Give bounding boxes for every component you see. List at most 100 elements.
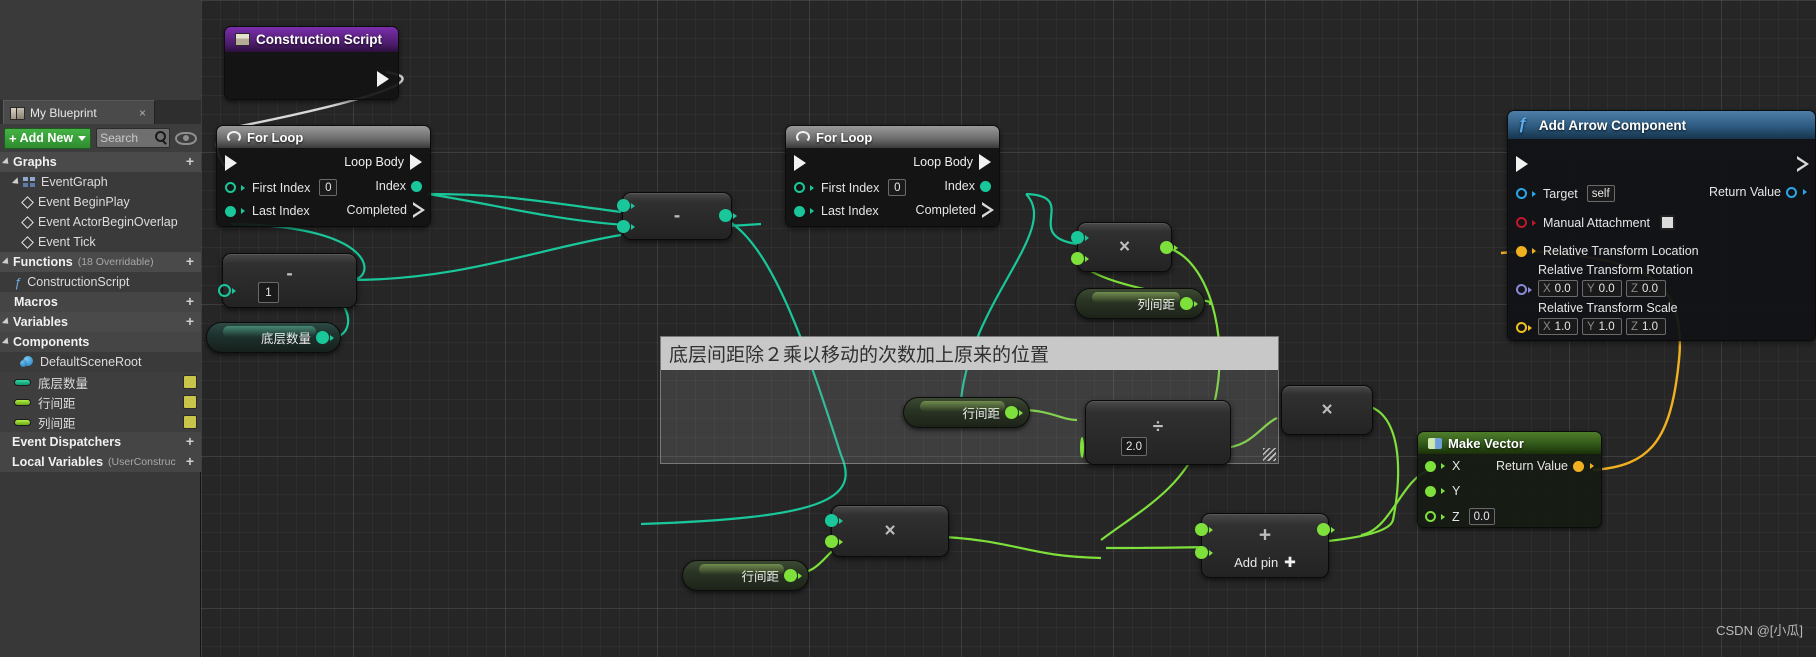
sidebar-item-var-dicengshuliang[interactable]: 底层数量 xyxy=(0,372,201,392)
exec-out-pin[interactable] xyxy=(377,70,389,87)
input-b-pin[interactable] xyxy=(825,535,843,548)
tab-my-blueprint[interactable]: My Blueprint × xyxy=(3,100,155,124)
node-for-loop-1[interactable]: For Loop Loop Body First Index 0 Index L… xyxy=(216,125,431,227)
sidebar-item-local-variables[interactable]: Local Variables (UserConstruc + xyxy=(0,452,201,472)
getter-output-pin[interactable] xyxy=(316,331,334,344)
triangle-collapse-icon[interactable] xyxy=(1,337,12,347)
first-index-value[interactable]: 0 xyxy=(319,179,338,196)
input-b-pin[interactable] xyxy=(1071,252,1089,265)
output-pin[interactable] xyxy=(1160,241,1178,254)
input-b-pin[interactable] xyxy=(1080,437,1084,458)
output-pin[interactable] xyxy=(719,209,737,222)
triangle-collapse-icon[interactable] xyxy=(1,257,12,267)
scale-z-field[interactable]: Z 1.0 xyxy=(1626,318,1666,335)
first-index-pin[interactable] xyxy=(794,182,805,193)
sidebar-item-graphs[interactable]: Graphs + xyxy=(0,152,201,172)
sidebar-item-event-beginplay[interactable]: Event BeginPlay xyxy=(0,192,201,212)
output-pin[interactable] xyxy=(1317,523,1335,536)
add-event-dispatcher-button[interactable]: + xyxy=(183,434,197,449)
getter-output-pin[interactable] xyxy=(1005,406,1023,419)
z-pin[interactable] xyxy=(1425,511,1436,522)
exec-out-pin[interactable] xyxy=(1797,156,1809,172)
manual-attachment-checkbox[interactable] xyxy=(1660,215,1676,230)
node-divide[interactable]: ÷ 2.0 xyxy=(1080,400,1231,465)
add-macro-button[interactable]: + xyxy=(183,294,197,309)
getter-output-pin[interactable] xyxy=(1180,297,1198,310)
add-function-button[interactable]: + xyxy=(183,254,197,269)
comment-resize-handle[interactable] xyxy=(1263,448,1276,461)
input-b-pin[interactable] xyxy=(218,284,236,297)
subtract-1-value[interactable]: 1 xyxy=(258,282,279,303)
sidebar-item-event-actorbeginoverlap[interactable]: Event ActorBeginOverlap xyxy=(0,212,201,232)
node-construction-script[interactable]: Construction Script xyxy=(224,26,399,100)
rotation-y-field[interactable]: Y 0.0 xyxy=(1582,280,1622,297)
sidebar-item-variables[interactable]: Variables + xyxy=(0,312,201,332)
sidebar-item-components[interactable]: Components xyxy=(0,332,201,352)
add-graph-button[interactable]: + xyxy=(183,154,197,169)
sidebar-item-event-dispatchers[interactable]: Event Dispatchers + xyxy=(0,432,201,452)
z-value[interactable]: 0.0 xyxy=(1468,508,1495,525)
input-b-pin[interactable] xyxy=(1195,546,1213,559)
loop-body-pin[interactable] xyxy=(410,154,422,170)
index-pin[interactable] xyxy=(411,180,422,192)
triangle-collapse-icon[interactable] xyxy=(11,177,22,187)
last-index-pin[interactable] xyxy=(225,205,236,217)
search-icon[interactable] xyxy=(155,131,166,142)
sidebar-item-functions[interactable]: Functions (18 Overridable) + xyxy=(0,252,201,272)
variable-visibility-toggle[interactable] xyxy=(183,395,197,409)
exec-in-pin[interactable] xyxy=(225,155,237,171)
close-icon[interactable]: × xyxy=(139,106,146,120)
last-index-pin[interactable] xyxy=(794,205,805,217)
add-pin-label[interactable]: Add pin xyxy=(1234,555,1278,570)
x-pin[interactable] xyxy=(1425,460,1436,472)
blueprint-graph-canvas[interactable]: 底层间距除２乘以移动的次数加上原来的位置 Construction Script… xyxy=(201,0,1816,657)
node-add-arrow-component[interactable]: ƒ Add Arrow Component Target self Return… xyxy=(1507,110,1816,341)
getter-hangjianju-bottom[interactable]: 行间距 xyxy=(682,560,809,591)
sidebar-item-event-tick[interactable]: Event Tick xyxy=(0,232,201,252)
triangle-collapse-icon[interactable] xyxy=(1,157,12,167)
getter-output-pin[interactable] xyxy=(784,569,802,582)
sidebar-item-eventgraph[interactable]: EventGraph xyxy=(0,172,201,192)
node-multiply-mid[interactable]: × xyxy=(1281,385,1373,435)
node-add[interactable]: + Add pin ✚ xyxy=(1195,513,1335,578)
input-a-pin[interactable] xyxy=(825,514,843,527)
triangle-collapse-icon[interactable] xyxy=(1,317,12,327)
variable-visibility-toggle[interactable] xyxy=(183,415,197,429)
node-multiply-top[interactable]: × xyxy=(1071,222,1178,272)
add-pin-plus-icon[interactable]: ✚ xyxy=(1284,554,1296,571)
chevron-down-icon[interactable] xyxy=(78,135,87,141)
variable-visibility-toggle[interactable] xyxy=(183,375,197,389)
input-a-pin[interactable] xyxy=(1195,523,1213,536)
input-a-pin[interactable] xyxy=(617,199,635,212)
completed-pin[interactable] xyxy=(982,202,994,218)
search-input[interactable]: Search xyxy=(96,128,170,148)
rotation-z-field[interactable]: Z 0.0 xyxy=(1626,280,1666,297)
eye-icon[interactable] xyxy=(175,131,197,145)
divide-value[interactable]: 2.0 xyxy=(1121,437,1147,456)
input-a-pin[interactable] xyxy=(1071,231,1089,244)
exec-in-pin[interactable] xyxy=(794,155,806,171)
node-make-vector[interactable]: Make Vector X Return Value Y Z 0.0 xyxy=(1417,431,1602,528)
input-b-pin[interactable] xyxy=(617,220,635,233)
getter-hangjianju-comment[interactable]: 行间距 xyxy=(903,397,1030,428)
relative-transform-rotation-pin[interactable] xyxy=(1516,284,1532,295)
scale-y-field[interactable]: Y 1.0 xyxy=(1582,318,1622,335)
getter-liejianju[interactable]: 列间距 xyxy=(1075,288,1205,319)
scale-x-field[interactable]: X 1.0 xyxy=(1538,318,1578,335)
target-pin[interactable] xyxy=(1516,188,1527,199)
index-pin[interactable] xyxy=(980,180,991,192)
return-value-pin[interactable] xyxy=(1786,186,1797,198)
first-index-value[interactable]: 0 xyxy=(888,179,907,196)
target-value[interactable]: self xyxy=(1586,185,1615,202)
node-subtract-1[interactable]: - 1 xyxy=(218,253,357,308)
loop-body-pin[interactable] xyxy=(979,154,991,170)
node-subtract-2[interactable]: - xyxy=(617,192,737,240)
rotation-x-field[interactable]: X 0.0 xyxy=(1538,280,1578,297)
sidebar-item-constructionscript[interactable]: ƒ ConstructionScript xyxy=(0,272,201,292)
relative-transform-location-pin[interactable] xyxy=(1516,245,1527,257)
add-local-variable-button[interactable]: + xyxy=(183,454,197,469)
manual-attachment-pin[interactable] xyxy=(1516,217,1527,228)
relative-transform-scale-pin[interactable] xyxy=(1516,322,1532,333)
add-new-button[interactable]: + Add New xyxy=(4,127,92,149)
first-index-pin[interactable] xyxy=(225,182,236,193)
